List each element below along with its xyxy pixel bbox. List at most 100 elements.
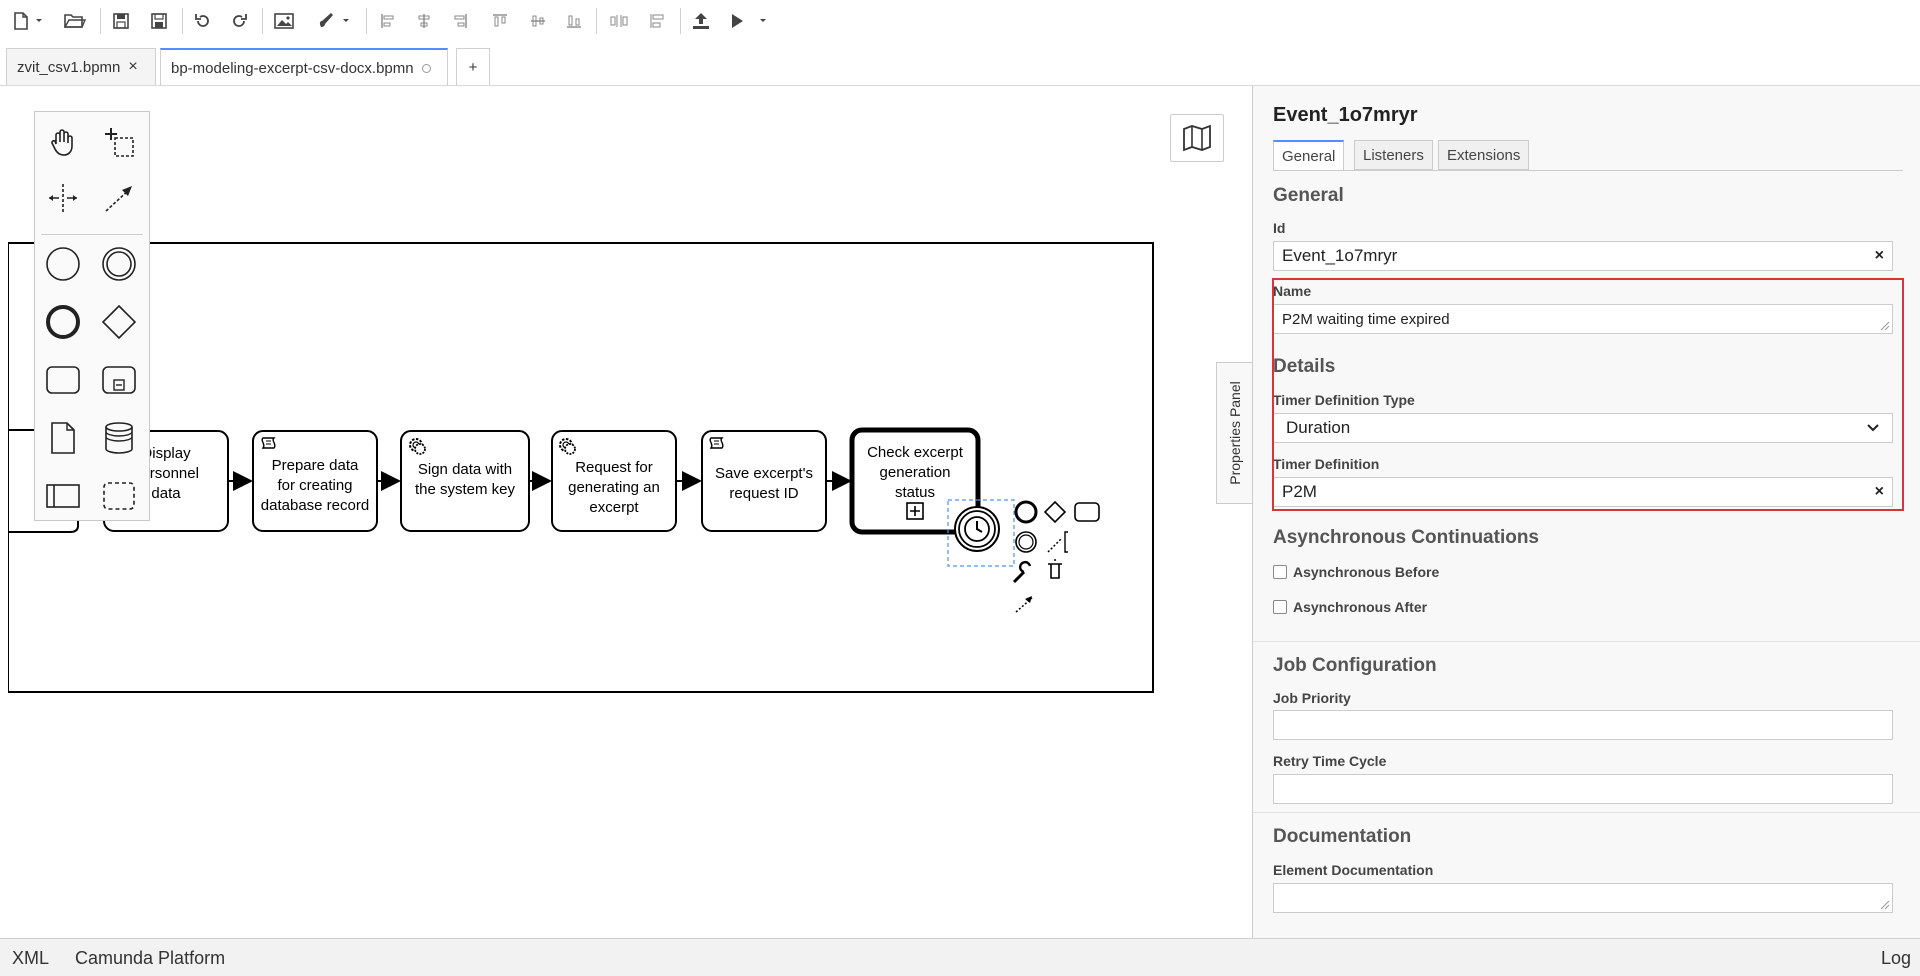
lasso-tool[interactable] <box>99 122 139 162</box>
save-icon <box>113 13 129 29</box>
pool-tool[interactable] <box>43 476 83 516</box>
hand-tool-icon <box>51 129 73 156</box>
save-as-icon <box>151 13 167 29</box>
id-value: Event_1o7mryr <box>1282 246 1398 265</box>
async-before-row[interactable]: Asynchronous Before <box>1273 564 1439 580</box>
new-file-icon <box>14 12 42 30</box>
group-title-async: Asynchronous Continuations <box>1273 527 1539 548</box>
toolbar <box>0 0 1920 42</box>
name-label: Name <box>1273 283 1312 299</box>
data-store-icon <box>105 422 133 454</box>
lasso-tool-icon <box>105 128 134 157</box>
retry-time-cycle-input[interactable] <box>1273 774 1893 804</box>
platform-button[interactable]: Camunda Platform <box>75 948 225 969</box>
intermediate-event-tool[interactable] <box>99 244 139 284</box>
timer-definition-input[interactable]: P2M × <box>1273 477 1893 507</box>
tab-bp-modeling-excerpt[interactable]: bp-modeling-excerpt-csv-docx.bpmn <box>160 48 448 86</box>
distribute-vertical-button[interactable] <box>644 8 670 34</box>
tab-general[interactable]: General <box>1273 140 1345 171</box>
xml-button[interactable]: XML <box>12 948 49 969</box>
properties-panel-toggle[interactable]: Properties Panel <box>1216 362 1252 504</box>
data-object-tool[interactable] <box>43 418 83 458</box>
job-priority-input[interactable] <box>1273 710 1893 740</box>
tab-extensions[interactable]: Extensions <box>1438 140 1530 170</box>
timer-type-value: Duration <box>1286 418 1351 437</box>
distribute-horizontal-icon <box>610 15 628 27</box>
name-value: P2M waiting time expired <box>1282 310 1450 328</box>
task-label: Check excerpt generation status <box>867 444 963 501</box>
end-event-icon <box>46 305 80 339</box>
redo-button[interactable] <box>226 8 252 34</box>
element-documentation-label: Element Documentation <box>1273 862 1434 878</box>
intermediate-event-icon <box>102 247 136 281</box>
id-label: Id <box>1273 220 1286 236</box>
clear-timer-definition-icon[interactable]: × <box>1875 483 1884 501</box>
align-middle-button[interactable] <box>526 8 550 34</box>
unsaved-dot-icon <box>421 63 431 73</box>
close-icon[interactable]: × <box>128 58 137 76</box>
chevron-down-icon <box>1867 424 1879 432</box>
data-store-tool[interactable] <box>99 418 139 458</box>
minimap-toggle-button[interactable] <box>1170 114 1224 162</box>
connect-tool[interactable] <box>99 178 139 218</box>
plus-icon: + <box>468 58 478 76</box>
distribute-horizontal-button[interactable] <box>606 8 632 34</box>
export-image-button[interactable] <box>270 8 298 34</box>
id-input[interactable]: Event_1o7mryr × <box>1273 241 1893 271</box>
retry-time-cycle-label: Retry Time Cycle <box>1273 753 1387 769</box>
new-tab-button[interactable]: + <box>456 48 490 85</box>
map-icon <box>1183 124 1211 152</box>
diagram-canvas[interactable]: Display personnel data Prepare data for cre… <box>8 86 1252 938</box>
tab-label: zvit_csv1.bpmn <box>17 58 121 76</box>
tool-palette <box>34 111 150 521</box>
distribute-vertical-icon <box>650 14 664 28</box>
run-button[interactable] <box>726 8 772 34</box>
clear-id-icon[interactable]: × <box>1875 247 1884 265</box>
connect-tool-icon <box>105 186 132 212</box>
log-button[interactable]: Log <box>1881 948 1911 969</box>
job-priority-label: Job Priority <box>1273 690 1351 706</box>
gateway-tool[interactable] <box>99 302 139 342</box>
save-as-button[interactable] <box>146 8 172 34</box>
open-button[interactable] <box>62 8 88 34</box>
async-after-checkbox[interactable] <box>1273 600 1287 614</box>
tab-zvit-csv1[interactable]: zvit_csv1.bpmn × <box>6 48 156 85</box>
space-tool-icon <box>49 184 77 212</box>
group-tool[interactable] <box>99 476 139 516</box>
align-top-button[interactable] <box>488 8 512 34</box>
deploy-button[interactable] <box>688 8 714 34</box>
align-right-icon <box>454 14 467 28</box>
color-button[interactable] <box>316 8 356 34</box>
task-tool[interactable] <box>43 360 83 400</box>
align-left-button[interactable] <box>376 8 400 34</box>
open-folder-icon <box>64 14 86 28</box>
async-before-checkbox[interactable] <box>1273 565 1287 579</box>
element-documentation-textarea[interactable] <box>1273 883 1893 913</box>
async-after-row[interactable]: Asynchronous After <box>1273 599 1427 615</box>
align-bottom-button[interactable] <box>562 8 586 34</box>
subprocess-icon <box>102 366 136 394</box>
align-middle-icon <box>531 15 545 27</box>
new-file-button[interactable] <box>10 8 48 34</box>
pool-icon <box>46 484 80 508</box>
end-event-tool[interactable] <box>43 302 83 342</box>
group-title-documentation: Documentation <box>1273 826 1412 847</box>
tab-label: bp-modeling-excerpt-csv-docx.bpmn <box>171 59 414 77</box>
hand-tool[interactable] <box>43 122 83 162</box>
group-title-job: Job Configuration <box>1273 655 1437 676</box>
deploy-icon <box>693 13 709 29</box>
undo-button[interactable] <box>190 8 216 34</box>
space-tool[interactable] <box>43 178 83 218</box>
save-button[interactable] <box>108 8 134 34</box>
name-textarea[interactable]: P2M waiting time expired <box>1273 304 1893 334</box>
timer-type-select[interactable]: Duration <box>1273 413 1893 443</box>
data-object-icon <box>51 422 75 454</box>
status-bar: XML Camunda Platform Log <box>0 938 1920 976</box>
start-event-tool[interactable] <box>43 244 83 284</box>
subprocess-marker-icon <box>906 502 924 520</box>
tab-listeners[interactable]: Listeners <box>1354 140 1433 170</box>
align-center-button[interactable] <box>412 8 436 34</box>
task-icon <box>46 366 80 394</box>
subprocess-tool[interactable] <box>99 360 139 400</box>
align-right-button[interactable] <box>448 8 472 34</box>
